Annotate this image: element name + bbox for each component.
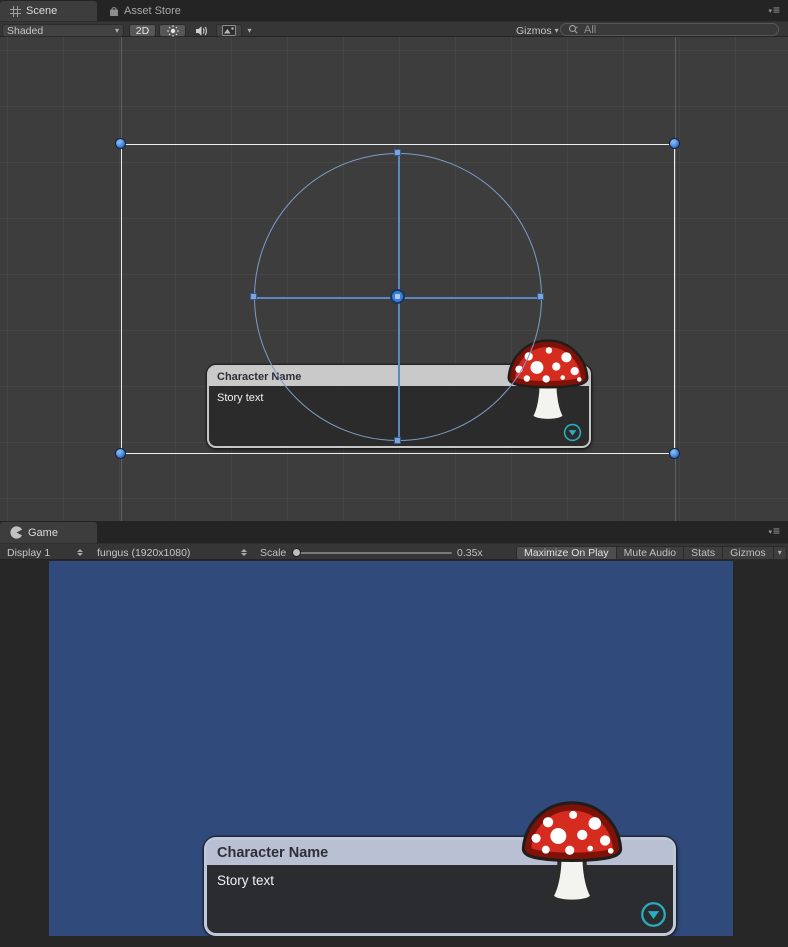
game-tabstrip: Game ▾ ≡ — [0, 521, 788, 543]
game-gizmos-label: Gizmos — [730, 547, 766, 559]
sun-icon — [166, 24, 179, 37]
tab-scene-label: Scene — [26, 5, 58, 17]
mushroom-sprite — [521, 801, 623, 904]
tab-game-label: Game — [28, 526, 58, 539]
corner-handle-bl[interactable] — [115, 448, 126, 459]
speaker-icon — [195, 25, 207, 36]
scene-gizmos-label: Gizmos — [516, 24, 552, 37]
corner-handle-br[interactable] — [669, 448, 680, 459]
display-dropdown-label: Display 1 — [7, 546, 51, 559]
updown-arrows-icon — [241, 549, 247, 556]
game-screen[interactable]: Character Name Story text — [49, 561, 733, 936]
scale-slider-track[interactable] — [292, 552, 452, 554]
game-gizmos-button[interactable]: Gizmos — [723, 547, 774, 559]
mute-audio-label: Mute Audio — [623, 547, 677, 559]
game-viewport[interactable]: Character Name Story text — [0, 560, 788, 947]
mode-2d-toggle[interactable]: 2D — [129, 24, 156, 37]
caret-down-icon: ▾ — [768, 8, 772, 15]
tab-game[interactable]: Game — [0, 522, 97, 543]
maximize-on-play-button[interactable]: Maximize On Play — [517, 547, 617, 559]
chevron-down-icon: ▾ — [554, 25, 559, 35]
corner-handle-tl[interactable] — [115, 138, 126, 149]
unity-editor-window: Scene Asset Store ▾ ≡ Shaded ▾ 2D ▾ Gizm… — [0, 0, 788, 947]
mute-audio-button[interactable]: Mute Audio — [616, 547, 685, 559]
grid-icon — [10, 5, 21, 17]
triangle-down-icon — [647, 911, 660, 919]
menu-lines-icon: ≡ — [772, 3, 780, 17]
lighting-toggle[interactable] — [159, 24, 186, 37]
chevron-down-icon: ▾ — [114, 25, 119, 35]
caret-down-icon: ▾ — [768, 529, 772, 536]
maximize-on-play-label: Maximize On Play — [524, 547, 609, 559]
scale-slider-knob[interactable] — [292, 548, 301, 557]
scene-viewport[interactable]: Character Name Story text — [0, 37, 788, 521]
menu-lines-icon: ≡ — [772, 524, 780, 538]
tab-asset-store[interactable]: Asset Store — [99, 1, 195, 21]
gizmo-handle-right[interactable] — [537, 293, 544, 300]
game-panel-menu-icon[interactable]: ▾ ≡ — [768, 524, 780, 538]
scene-panel-menu-icon[interactable]: ▾ ≡ — [768, 3, 780, 17]
audio-toggle[interactable] — [189, 24, 213, 37]
game-gizmos-dropdown[interactable]: ▾ — [773, 547, 786, 559]
game-story-text: Story text — [217, 873, 275, 888]
shaded-dropdown-label: Shaded — [7, 24, 44, 37]
image-icon — [222, 25, 236, 36]
gizmo-handle-bottom[interactable] — [394, 437, 401, 444]
game-toolbar: Display 1 fungus (1920x1080) Scale 0.35x… — [0, 543, 788, 560]
scene-gizmos-dropdown[interactable]: Gizmos ▾ — [511, 24, 559, 37]
scene-toolbar: Shaded ▾ 2D ▾ Gizmos ▾ All — [0, 21, 788, 37]
bag-icon — [110, 6, 118, 16]
tab-scene[interactable]: Scene — [0, 1, 97, 21]
pivot-handle[interactable] — [390, 289, 405, 304]
scene-tabstrip: Scene Asset Store ▾ ≡ — [0, 0, 788, 21]
chevron-down-icon: ▾ — [247, 25, 252, 35]
game-character-name: Character Name — [217, 844, 329, 861]
tab-asset-store-label: Asset Store — [124, 5, 181, 17]
display-dropdown[interactable]: Display 1 — [2, 546, 88, 559]
scale-label: Scale — [260, 547, 287, 559]
pacman-icon — [10, 526, 23, 539]
effects-button[interactable] — [216, 24, 242, 37]
mode-2d-label: 2D — [135, 24, 150, 37]
scale-value: 0.35x — [457, 547, 483, 559]
gizmo-handle-left[interactable] — [250, 293, 257, 300]
scene-search-field[interactable] — [560, 23, 779, 36]
updown-arrows-icon — [77, 549, 83, 556]
stats-button[interactable]: Stats — [684, 547, 724, 559]
shaded-dropdown[interactable]: Shaded ▾ — [2, 24, 124, 37]
game-toolbar-button-group: Maximize On Play Mute Audio Stats Gizmos… — [516, 546, 787, 560]
game-continue-button[interactable] — [640, 901, 667, 928]
chevron-down-icon: ▾ — [777, 548, 782, 557]
corner-handle-tr[interactable] — [669, 138, 680, 149]
resolution-dropdown[interactable]: fungus (1920x1080) — [92, 546, 252, 559]
magnifier-icon — [568, 24, 578, 34]
gizmo-handle-top[interactable] — [394, 149, 401, 156]
resolution-dropdown-label: fungus (1920x1080) — [97, 546, 191, 559]
scene-search-input[interactable] — [584, 23, 754, 36]
stats-label: Stats — [691, 547, 716, 559]
effects-dropdown[interactable]: ▾ — [243, 24, 256, 37]
